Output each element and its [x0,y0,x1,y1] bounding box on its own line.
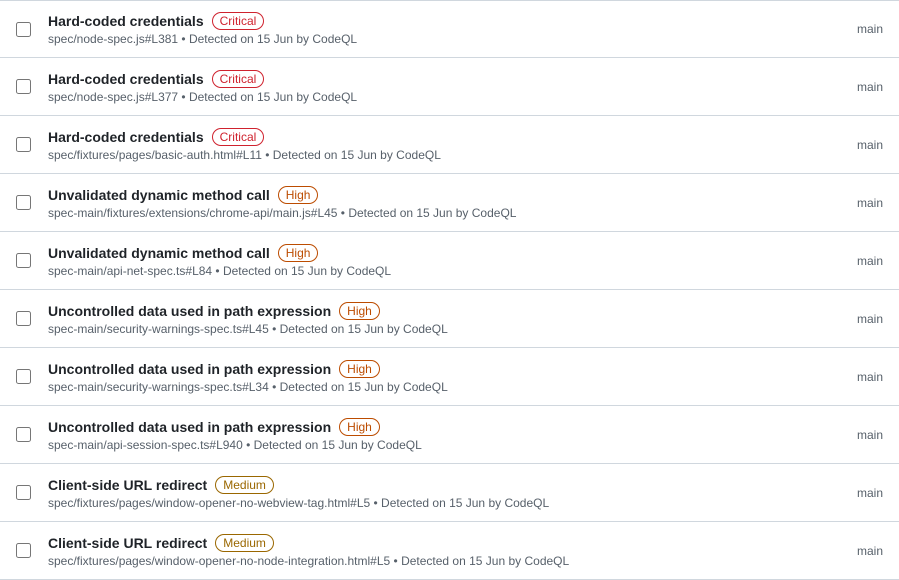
branch-label: main [823,544,883,558]
checkbox-col [16,485,40,500]
branch-label: main [823,254,883,268]
issue-title[interactable]: Hard-coded credentials [48,13,204,29]
list-item: Hard-coded credentials Critical spec/node-… [0,0,899,58]
item-content: Hard-coded credentials Critical spec/node-… [48,70,811,104]
branch-label: main [823,312,883,326]
title-row: Unvalidated dynamic method call High [48,186,811,204]
checkbox-col [16,195,40,210]
item-checkbox[interactable] [16,543,31,558]
issue-title[interactable]: Uncontrolled data used in path expressio… [48,303,331,319]
title-row: Client-side URL redirect Medium [48,476,811,494]
item-content: Uncontrolled data used in path expressio… [48,360,811,394]
item-checkbox[interactable] [16,427,31,442]
branch-label: main [823,80,883,94]
checkbox-col [16,369,40,384]
severity-badge: High [339,360,380,378]
issue-title[interactable]: Uncontrolled data used in path expressio… [48,419,331,435]
item-checkbox[interactable] [16,195,31,210]
branch-label: main [823,22,883,36]
branch-label: main [823,486,883,500]
checkbox-col [16,543,40,558]
severity-badge: High [339,302,380,320]
item-checkbox[interactable] [16,369,31,384]
item-checkbox[interactable] [16,79,31,94]
item-checkbox[interactable] [16,253,31,268]
title-row: Hard-coded credentials Critical [48,12,811,30]
severity-badge: Critical [212,70,265,88]
item-content: Client-side URL redirect Medium spec/fixtu… [48,534,811,568]
item-checkbox[interactable] [16,22,31,37]
list-item: Hard-coded credentials Critical spec/fixtu… [0,116,899,174]
item-content: Unvalidated dynamic method call High spec-… [48,186,811,220]
severity-badge: Critical [212,12,265,30]
item-meta: spec/fixtures/pages/window-opener-no-nod… [48,554,811,568]
checkbox-col [16,22,40,37]
issue-title[interactable]: Client-side URL redirect [48,535,207,551]
severity-badge: High [278,186,319,204]
checkbox-col [16,427,40,442]
branch-label: main [823,138,883,152]
item-checkbox[interactable] [16,311,31,326]
item-content: Uncontrolled data used in path expressio… [48,418,811,452]
checkbox-col [16,253,40,268]
item-meta: spec/node-spec.js#L377 • Detected on 15 … [48,90,811,104]
item-checkbox[interactable] [16,137,31,152]
severity-badge: High [339,418,380,436]
item-content: Unvalidated dynamic method call High spec-… [48,244,811,278]
list-item: Uncontrolled data used in path expressio… [0,406,899,464]
item-content: Hard-coded credentials Critical spec/fixtu… [48,128,811,162]
item-meta: spec/fixtures/pages/basic-auth.html#L11 … [48,148,811,162]
item-meta: spec/node-spec.js#L381 • Detected on 15 … [48,32,811,46]
list-item: Hard-coded credentials Critical spec/node-… [0,58,899,116]
item-content: Uncontrolled data used in path expressio… [48,302,811,336]
issue-title[interactable]: Uncontrolled data used in path expressio… [48,361,331,377]
branch-label: main [823,196,883,210]
issue-title[interactable]: Client-side URL redirect [48,477,207,493]
title-row: Hard-coded credentials Critical [48,128,811,146]
title-row: Uncontrolled data used in path expressio… [48,360,811,378]
title-row: Uncontrolled data used in path expressio… [48,418,811,436]
item-meta: spec-main/api-session-spec.ts#L940 • Det… [48,438,811,452]
item-meta: spec/fixtures/pages/window-opener-no-web… [48,496,811,510]
checkbox-col [16,311,40,326]
list-item: Uncontrolled data used in path expressio… [0,290,899,348]
title-row: Unvalidated dynamic method call High [48,244,811,262]
item-meta: spec-main/security-warnings-spec.ts#L34 … [48,380,811,394]
item-meta: spec-main/security-warnings-spec.ts#L45 … [48,322,811,336]
item-checkbox[interactable] [16,485,31,500]
item-meta: spec-main/fixtures/extensions/chrome-api… [48,206,811,220]
title-row: Uncontrolled data used in path expressio… [48,302,811,320]
severity-badge: Medium [215,534,274,552]
title-row: Client-side URL redirect Medium [48,534,811,552]
list-item: Unvalidated dynamic method call High spec-… [0,174,899,232]
list-item: Client-side URL redirect Medium spec/fixtu… [0,522,899,580]
security-alerts-list: Hard-coded credentials Critical spec/node-… [0,0,899,580]
issue-title[interactable]: Hard-coded credentials [48,129,204,145]
issue-title[interactable]: Unvalidated dynamic method call [48,245,270,261]
issue-title[interactable]: Unvalidated dynamic method call [48,187,270,203]
list-item: Uncontrolled data used in path expressio… [0,348,899,406]
severity-badge: Medium [215,476,274,494]
severity-badge: High [278,244,319,262]
list-item: Unvalidated dynamic method call High spec-… [0,232,899,290]
title-row: Hard-coded credentials Critical [48,70,811,88]
severity-badge: Critical [212,128,265,146]
issue-title[interactable]: Hard-coded credentials [48,71,204,87]
list-item: Client-side URL redirect Medium spec/fixtu… [0,464,899,522]
branch-label: main [823,370,883,384]
item-content: Hard-coded credentials Critical spec/node-… [48,12,811,46]
item-meta: spec-main/api-net-spec.ts#L84 • Detected… [48,264,811,278]
checkbox-col [16,137,40,152]
branch-label: main [823,428,883,442]
checkbox-col [16,79,40,94]
item-content: Client-side URL redirect Medium spec/fixtu… [48,476,811,510]
